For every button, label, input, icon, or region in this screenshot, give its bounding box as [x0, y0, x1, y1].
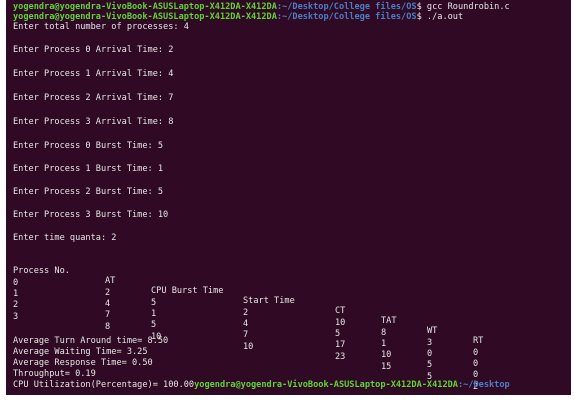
cell-rt: 0: [473, 370, 479, 380]
cell-at: 8: [105, 322, 111, 332]
header-tat: TAT: [381, 316, 397, 326]
last-output-line: CPU Utilization(Percentage)= 100.00yogen…: [13, 380, 510, 390]
terminal-window[interactable]: yogendra@yogendra-VivoBook-ASUSLaptop-X4…: [6, 0, 571, 395]
header-wt: WT: [427, 326, 438, 336]
cell-tat: 1: [381, 339, 387, 349]
cpu-utilization-text: CPU Utilization(Percentage)= 100.00: [13, 380, 195, 390]
cell-start: 10: [243, 342, 254, 352]
cell-ct: 10: [335, 318, 346, 328]
cell-wt: 3: [427, 338, 433, 348]
cell-wt: 5: [427, 360, 433, 370]
cell-ct: 23: [335, 352, 346, 362]
table-row: 1 4 1 4 5 1 0 0: [6, 279, 571, 369]
cell-ct: 17: [335, 340, 346, 350]
output-line: Enter Process 3 Arrival Time: 8: [13, 117, 174, 127]
output-line: Enter Process 0 Arrival Time: 2: [13, 45, 174, 55]
output-line: Enter Process 0 Burst Time: 5: [13, 141, 164, 151]
summary-line: Average Waiting Time= 3.25: [13, 347, 148, 357]
cell-start: 4: [243, 319, 249, 329]
command-text: $ gcc Roundrobin.c: [416, 2, 510, 12]
output-line: Enter Process 2 Arrival Time: 7: [13, 93, 174, 103]
cell-wt: 0: [427, 349, 433, 359]
table-row: 0 2 5 2 10 8 3 0: [6, 268, 571, 358]
prompt-line-compile: yogendra@yogendra-VivoBook-ASUSLaptop-X4…: [13, 2, 510, 12]
prompt-path: :~/Desktop/College files/OS: [276, 2, 417, 12]
cell-start: 7: [243, 330, 249, 340]
cell-tat: 10: [381, 350, 392, 360]
header-rt: RT: [473, 336, 484, 346]
cell-burst: 5: [151, 320, 157, 330]
output-line: Enter time quanta: 2: [13, 233, 117, 243]
summary-line: Average Response Time= 0.50: [13, 358, 153, 368]
cell-rt: 0: [473, 359, 479, 369]
cell-rt: 0: [473, 348, 479, 358]
table-row: 3 8 10 10 23 15 5 2: [6, 302, 571, 392]
output-line: Enter Process 3 Burst Time: 10: [13, 210, 169, 220]
summary-line: Throughput= 0.19: [13, 369, 96, 379]
command-text: $ ./a.out: [416, 12, 464, 22]
prompt-path: :~/Desktop/College files/OS: [276, 12, 417, 22]
prompt-line-run: yogendra@yogendra-VivoBook-ASUSLaptop-X4…: [13, 12, 463, 22]
cell-ct: 5: [335, 329, 341, 339]
cell-tat: 8: [381, 328, 387, 338]
summary-line: Average Turn Around time= 8.50: [13, 336, 169, 346]
table-header: Process No. AT CPU Burst Time Start Time…: [6, 256, 571, 346]
cell-process-no: 3: [13, 312, 19, 322]
table-row: 2 7 5 7 17 10 5 0: [6, 290, 571, 380]
prompt-path: :~/Desktop: [457, 380, 510, 390]
output-line: Enter total number of processes: 4: [13, 22, 189, 32]
prompt-user: yogendra@yogendra-VivoBook-ASUSLaptop-X4…: [13, 12, 277, 22]
prompt-user: yogendra@yogendra-VivoBook-ASUSLaptop-X4…: [13, 2, 277, 12]
cell-tat: 15: [381, 362, 392, 372]
prompt-user: yogendra@yogendra-VivoBook-ASUSLaptop-X4…: [194, 380, 458, 390]
output-line: Enter Process 1 Burst Time: 1: [13, 164, 164, 174]
output-line: Enter Process 2 Burst Time: 5: [13, 187, 164, 197]
output-line: Enter Process 1 Arrival Time: 4: [13, 69, 174, 79]
